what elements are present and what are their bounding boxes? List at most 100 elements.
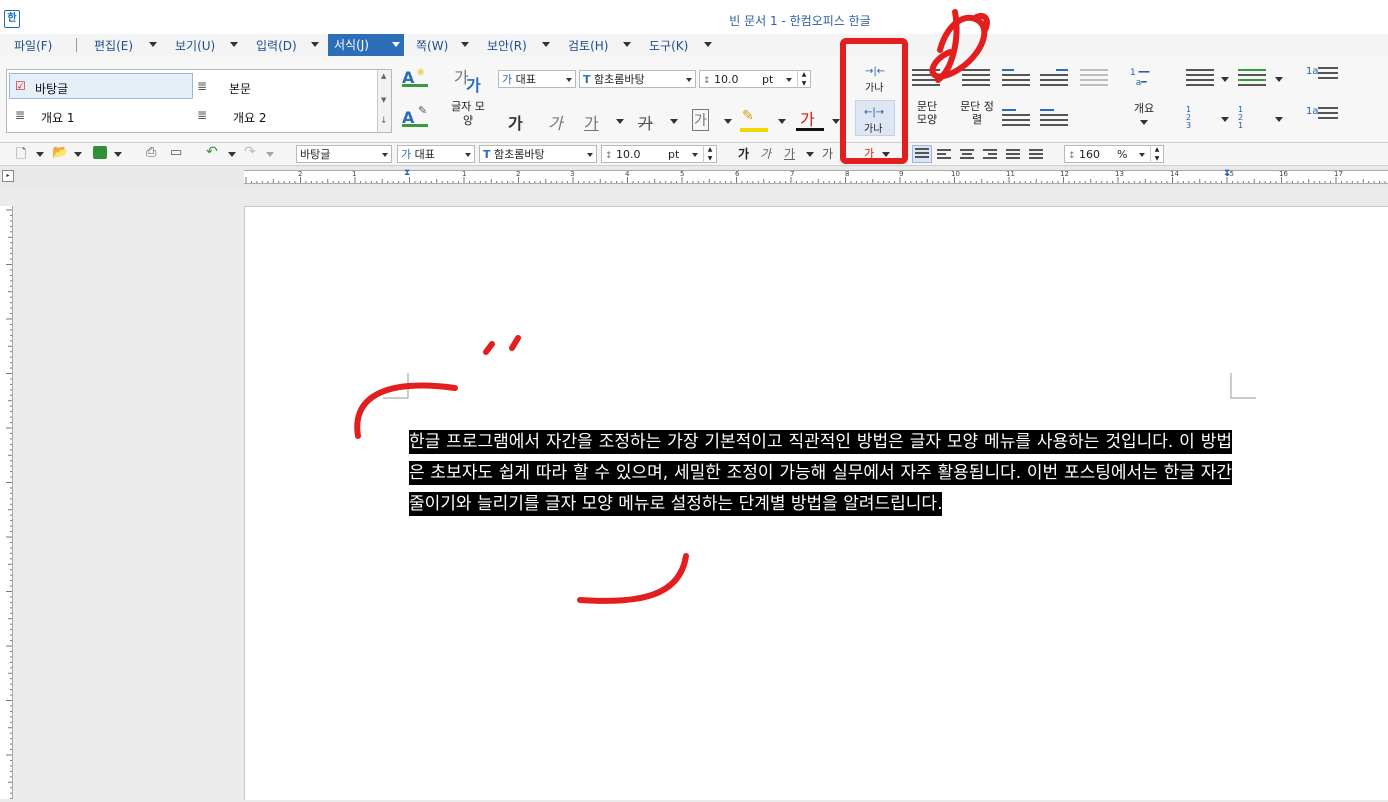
chevron-down-icon[interactable]: [149, 42, 157, 47]
menu-insert[interactable]: 입력(D): [256, 37, 297, 55]
chevron-down-icon[interactable]: [74, 152, 82, 157]
bold-button[interactable]: 가: [508, 110, 523, 134]
para-align-button[interactable]: 문단 정렬: [960, 100, 994, 134]
style-add-icon[interactable]: A ✳: [400, 66, 432, 94]
new-document-icon[interactable]: 🗋: [16, 145, 26, 167]
chevron-down-icon[interactable]: [670, 119, 678, 124]
chevron-down-icon[interactable]: [1221, 117, 1229, 122]
menu-page[interactable]: 쪽(W): [416, 37, 448, 55]
line-spacing-decrease-button[interactable]: 1a: [1304, 104, 1338, 134]
font-color-button[interactable]: 가: [800, 106, 815, 130]
menu-file[interactable]: 파일(F): [14, 37, 52, 55]
chevron-down-icon[interactable]: [704, 42, 712, 47]
numbered-list-icon[interactable]: 1 2 3: [1186, 106, 1196, 130]
selected-body-text[interactable]: 한글 프로그램에서 자간을 조정하는 가장 기본적이고 직관적인 방법은 글자 …: [409, 427, 1232, 520]
indent-decrease-icon[interactable]: [1002, 66, 1030, 90]
scroll-up-icon[interactable]: ▲: [381, 72, 386, 80]
style-item-bonmun[interactable]: 본문: [229, 80, 251, 97]
menu-format-dropdown[interactable]: [388, 34, 404, 56]
font-lang-select[interactable]: 가 대표: [498, 70, 576, 88]
chevron-down-icon[interactable]: [382, 153, 388, 157]
chevron-down-icon[interactable]: [1140, 120, 1148, 125]
undo-icon[interactable]: ↶: [206, 144, 218, 160]
style-list-scrollbar[interactable]: ▲ ▼ ↓: [377, 70, 391, 132]
menu-security[interactable]: 보안(R): [487, 37, 527, 55]
chevron-down-icon[interactable]: [1275, 117, 1283, 122]
chevron-down-icon[interactable]: [465, 153, 471, 157]
hwp-app-icon[interactable]: 한: [4, 10, 20, 28]
char-shape-button[interactable]: 가 가 글자 모양: [448, 64, 488, 132]
chevron-down-icon[interactable]: [1221, 77, 1229, 82]
menu-review[interactable]: 검토(H): [568, 37, 608, 55]
toolbar-justify-icon[interactable]: [912, 145, 932, 163]
scroll-more-icon[interactable]: ↓: [380, 116, 388, 126]
multilevel-list-icon[interactable]: 1 2 1: [1238, 106, 1248, 130]
vertical-ruler[interactable]: [0, 206, 13, 800]
para-shape-button[interactable]: 문단 모양: [912, 100, 942, 134]
underline-button[interactable]: 가: [584, 110, 599, 134]
chevron-down-icon[interactable]: [832, 119, 840, 124]
chevron-down-icon[interactable]: [228, 152, 236, 157]
chevron-down-icon[interactable]: [114, 152, 122, 157]
style-item-outline1[interactable]: 개요 1: [41, 109, 75, 126]
print-preview-icon[interactable]: ▭: [170, 145, 182, 160]
line-spacing-spinner[interactable]: ▲ ▼: [1150, 145, 1163, 163]
line-spacing-input[interactable]: ↕ 160% ▲ ▼: [1064, 145, 1164, 163]
left-indent-marker-icon[interactable]: ⧗: [404, 168, 410, 178]
font-size-input[interactable]: ↕ 10.0 pt ▲ ▼: [699, 70, 811, 88]
line-spacing-increase-button[interactable]: 1a: [1304, 64, 1338, 94]
style-item-batanggeul[interactable]: 바탕글: [35, 80, 68, 97]
align-distribute-icon[interactable]: [962, 66, 990, 90]
chevron-down-icon[interactable]: [311, 42, 319, 47]
para-right-indent-icon[interactable]: [1040, 106, 1068, 130]
checklist-icon[interactable]: [1238, 66, 1266, 90]
indent-increase-icon[interactable]: [1040, 66, 1068, 90]
chevron-down-icon[interactable]: [806, 152, 814, 157]
horizontal-ruler[interactable]: 2 1 1 2 3 4 5 6 7 8 9 10 11 12 13 14 15 …: [244, 168, 1388, 184]
save-icon[interactable]: [93, 146, 107, 159]
font-size-spinner[interactable]: ▲ ▼: [797, 70, 810, 88]
toolbar-font-lang-select[interactable]: 가 대표: [397, 145, 475, 163]
print-icon[interactable]: ⎙: [146, 145, 156, 160]
chevron-down-icon[interactable]: [1139, 153, 1145, 157]
chevron-down-icon[interactable]: [692, 153, 698, 157]
toolbar-spacing-button[interactable]: 가: [822, 145, 833, 162]
right-indent-marker-icon[interactable]: ⧗: [1224, 168, 1230, 178]
strikethrough-button[interactable]: 가: [638, 110, 653, 134]
chevron-down-icon[interactable]: [724, 119, 732, 124]
toolbar-style-select[interactable]: 바탕글: [296, 145, 392, 163]
menu-view[interactable]: 보기(U): [175, 37, 215, 55]
menu-tools[interactable]: 도구(K): [649, 37, 688, 55]
para-left-indent-icon[interactable]: [1002, 106, 1030, 130]
chevron-down-icon[interactable]: [686, 78, 692, 82]
toolbar-bold-button[interactable]: 가: [738, 145, 749, 162]
toolbar-underline-button[interactable]: 가: [784, 145, 795, 162]
open-folder-icon[interactable]: 📂: [52, 145, 68, 160]
toolbar-font-name-select[interactable]: T 함초롬바탕: [479, 145, 597, 163]
style-item-outline2[interactable]: 개요 2: [233, 109, 267, 126]
align-justify-icon[interactable]: [912, 66, 940, 90]
chevron-down-icon[interactable]: [461, 42, 469, 47]
toolbar-font-size-input[interactable]: ↕ 10.0 pt ▲ ▼: [601, 145, 717, 163]
chevron-down-icon[interactable]: [786, 78, 792, 82]
italic-button[interactable]: 가: [548, 110, 563, 134]
menu-edit[interactable]: 편집(E): [94, 37, 133, 55]
chevron-down-icon[interactable]: [616, 119, 624, 124]
toolbar-font-size-spinner[interactable]: ▲ ▼: [703, 145, 716, 163]
body-paragraph[interactable]: 한글 프로그램에서 자간을 조정하는 가장 기본적이고 직관적인 방법은 글자 …: [409, 430, 1232, 516]
style-edit-icon[interactable]: A ✎: [400, 104, 432, 132]
chevron-down-icon[interactable]: [587, 153, 593, 157]
chevron-down-icon[interactable]: [623, 42, 631, 47]
bullet-list-icon[interactable]: [1186, 66, 1214, 90]
outline-button[interactable]: 1 ━━ a━ 개요: [1126, 66, 1162, 132]
scroll-down-icon[interactable]: ▼: [381, 96, 386, 104]
toolbar-italic-button[interactable]: 가: [760, 145, 771, 162]
chevron-down-icon[interactable]: [542, 42, 550, 47]
chevron-down-icon[interactable]: [36, 152, 44, 157]
ruler-toggle-icon[interactable]: ▸: [2, 170, 14, 182]
chevron-down-icon[interactable]: [566, 78, 572, 82]
chevron-down-icon[interactable]: [778, 119, 786, 124]
font-name-select[interactable]: T 함초롬바탕: [579, 70, 696, 88]
outline-button[interactable]: 가: [692, 109, 709, 131]
chevron-down-icon[interactable]: [1275, 77, 1283, 82]
